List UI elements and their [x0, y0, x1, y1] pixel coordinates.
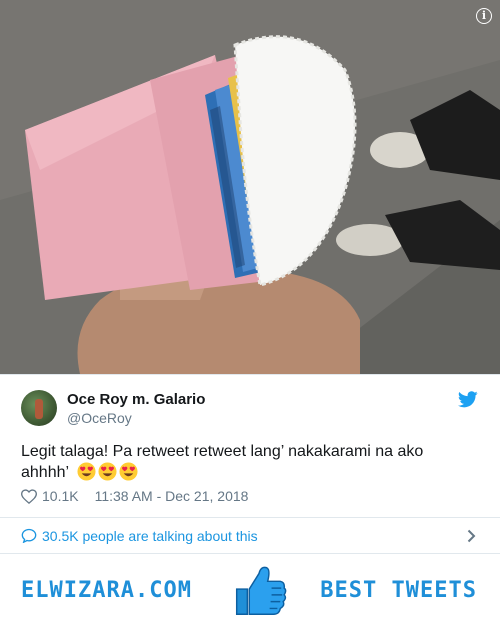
- envelope-photo-illustration: [0, 0, 500, 374]
- tagline: BEST TWEETS: [320, 578, 477, 603]
- tweet-timestamp[interactable]: 11:38 AM - Dec 21, 2018: [95, 488, 249, 504]
- avatar[interactable]: [21, 390, 57, 426]
- heart-eyes-emojis: [77, 462, 138, 481]
- thumbs-up-icon: [235, 566, 287, 615]
- conversation-link[interactable]: 30.5K people are talking about this: [0, 517, 500, 554]
- author-name[interactable]: Oce Roy m. Galario: [67, 391, 205, 408]
- info-icon[interactable]: i: [476, 8, 492, 24]
- tweet-meta: 10.1K 11:38 AM - Dec 21, 2018: [21, 488, 248, 504]
- twitter-bird-icon[interactable]: [458, 391, 478, 408]
- tweet-card[interactable]: Oce Roy m. Galario @OceRoy Legit talaga!…: [0, 374, 500, 517]
- site-name[interactable]: ELWIZARA.COM: [21, 578, 192, 603]
- footer-banner: ELWIZARA.COM BEST TWEETS: [0, 554, 500, 627]
- heart-icon[interactable]: [21, 488, 37, 504]
- conversation-count[interactable]: 30.5K people are talking about this: [42, 528, 258, 544]
- chevron-right-icon[interactable]: [467, 529, 476, 543]
- smiling-face-with-heart-eyes-icon: [119, 462, 138, 481]
- tweet-text: Legit talaga! Pa retweet retweet lang’ n…: [21, 441, 461, 483]
- like-count[interactable]: 10.1K: [42, 488, 79, 504]
- comment-bubble-icon: [21, 528, 37, 543]
- smiling-face-with-heart-eyes-icon: [77, 462, 96, 481]
- author-handle[interactable]: @OceRoy: [67, 410, 132, 426]
- smiling-face-with-heart-eyes-icon: [98, 462, 117, 481]
- tweet-photo[interactable]: i: [0, 0, 500, 374]
